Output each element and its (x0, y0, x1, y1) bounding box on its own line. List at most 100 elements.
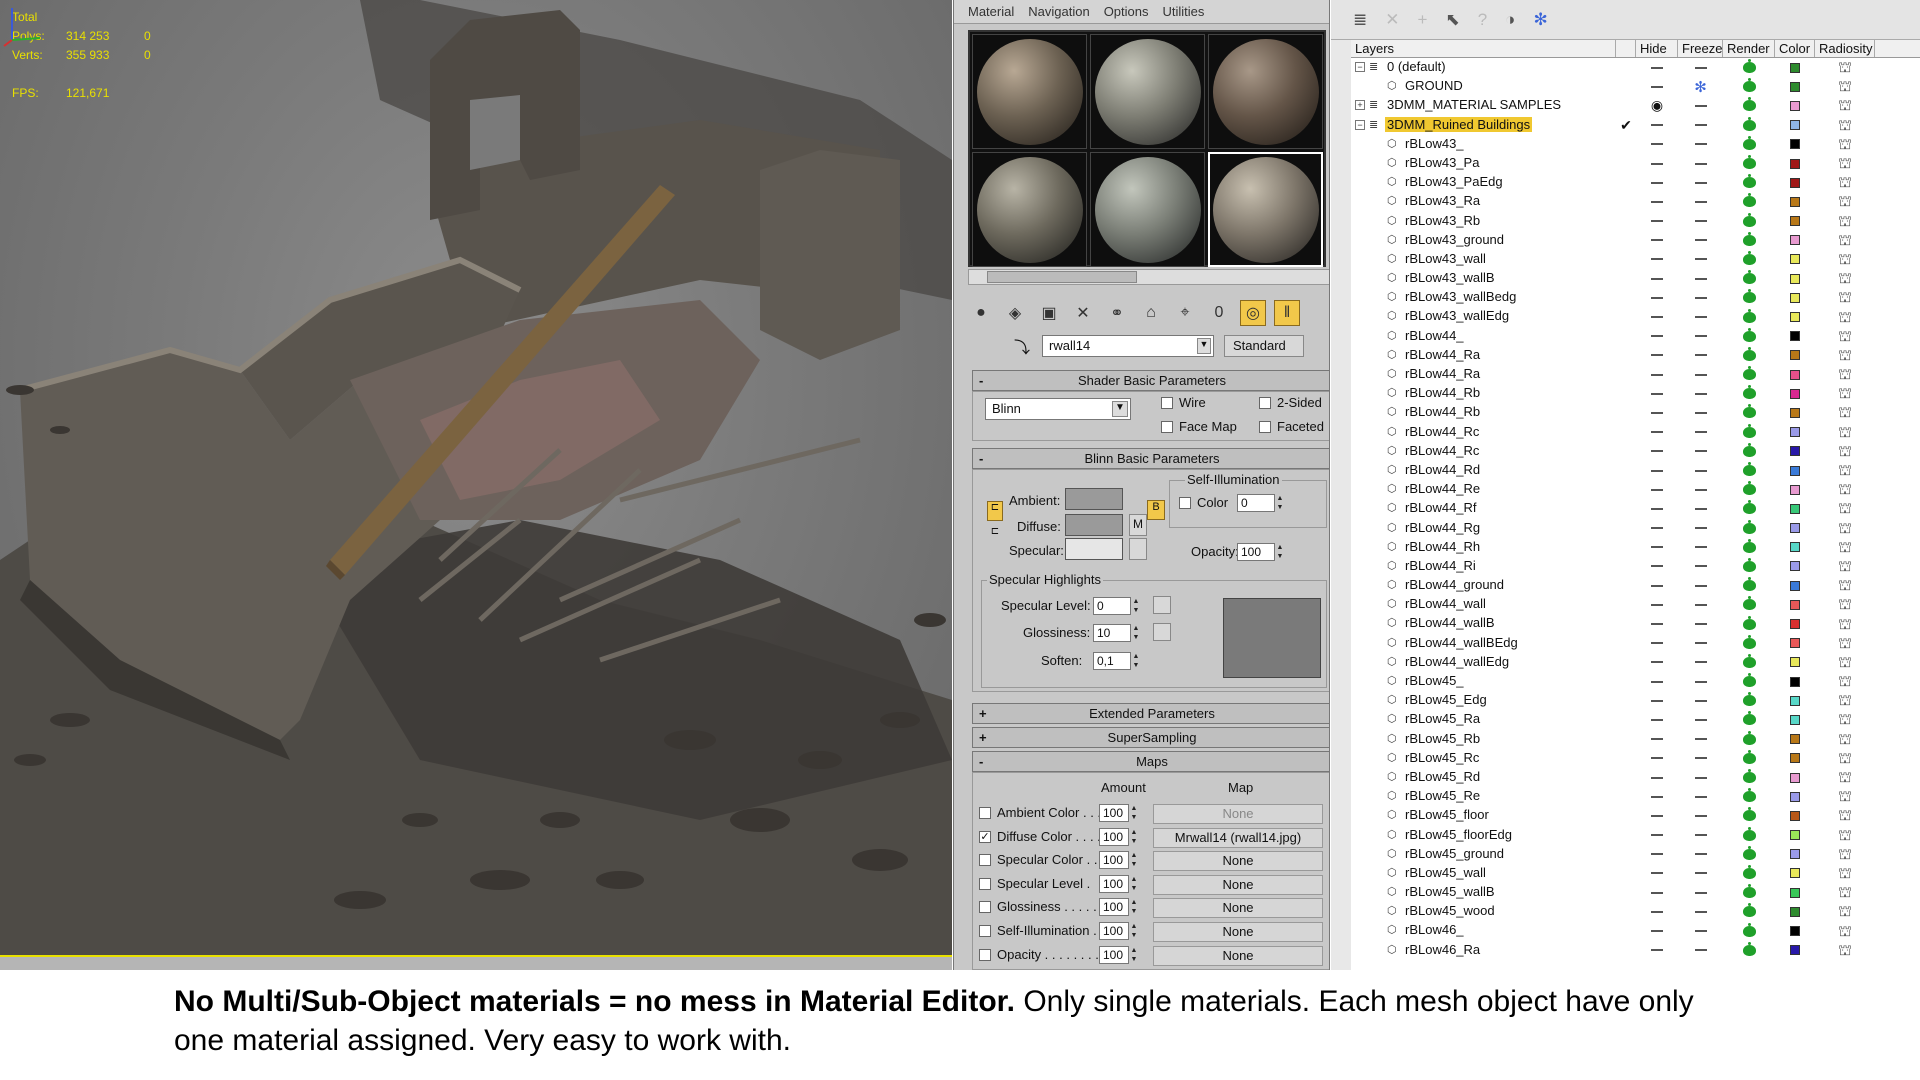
map-amount-value[interactable]: 100 (1099, 922, 1129, 940)
layer-name-cell[interactable]: ⬡ rBLow44_ground (1351, 576, 1616, 595)
color-cell[interactable] (1775, 212, 1815, 231)
render-cell[interactable] (1723, 653, 1775, 672)
hide-cell[interactable] (1636, 864, 1678, 883)
radiosity-icon[interactable]: ⛫ (1838, 463, 1852, 478)
layer-name-cell[interactable]: ⬡ rBLow43_ (1351, 135, 1616, 154)
color-cell[interactable] (1775, 691, 1815, 710)
hide-cell[interactable] (1636, 634, 1678, 653)
renderable-teapot-icon[interactable] (1742, 116, 1756, 131)
hide-cell[interactable] (1636, 595, 1678, 614)
radiosity-cell[interactable]: ⛫ (1815, 250, 1875, 269)
map-amount-value[interactable]: 100 (1099, 851, 1129, 870)
color-cell[interactable] (1775, 231, 1815, 250)
map-amount-value[interactable]: 100 (1099, 874, 1129, 893)
layer-name-cell[interactable]: ⬡ rBLow45_Ra (1351, 710, 1616, 729)
freeze-toggle-dash[interactable] (1694, 124, 1707, 127)
layer-row[interactable]: ⬡ rBLow43_Rb ⛫ (1351, 212, 1920, 231)
radiosity-icon[interactable]: ⛫ (1838, 290, 1852, 305)
radiosity-icon[interactable]: ⛫ (1838, 233, 1852, 248)
color-cell[interactable] (1775, 921, 1815, 940)
freeze-cell[interactable] (1678, 116, 1723, 135)
lock-button[interactable]: B (1147, 500, 1165, 520)
freeze-cell[interactable] (1678, 941, 1723, 960)
specular-map-button[interactable] (1129, 538, 1147, 560)
layer-name-cell[interactable]: ⬡ rBLow43_wallB (1351, 269, 1616, 288)
freeze-cell[interactable] (1678, 154, 1723, 173)
freeze-cell[interactable] (1678, 212, 1723, 231)
hide-toggle-dash[interactable] (1651, 623, 1663, 626)
renderable-teapot-icon[interactable] (1742, 557, 1756, 572)
hide-cell[interactable] (1636, 691, 1678, 710)
layer-color-swatch[interactable] (1790, 196, 1800, 207)
render-cell[interactable] (1723, 883, 1775, 902)
freeze-cell[interactable] (1678, 653, 1723, 672)
layer-row[interactable]: ⬡ rBLow44_wall ⛫ (1351, 595, 1920, 614)
layer-name-cell[interactable]: − ≣ 3DMM_Ruined Buildings (1351, 116, 1616, 135)
hide-cell[interactable] (1636, 307, 1678, 326)
hide-cell[interactable] (1636, 288, 1678, 307)
hide-toggle-dash[interactable] (1651, 277, 1663, 280)
layer-name-cell[interactable]: ⬡ rBLow44_Rb (1351, 384, 1616, 403)
layer-name-cell[interactable]: − ≣ 0 (default) (1351, 58, 1616, 77)
hide-cell[interactable]: ◉ (1636, 96, 1678, 115)
spinner-arrows-icon[interactable]: ▲ ▼ (1129, 804, 1139, 822)
radiosity-icon[interactable]: ⛫ (1838, 674, 1852, 689)
render-cell[interactable] (1723, 499, 1775, 518)
layer-color-swatch[interactable] (1790, 714, 1800, 725)
layer-color-swatch[interactable] (1790, 427, 1800, 438)
layer-name-cell[interactable]: ⬡ rBLow44_Rg (1351, 519, 1616, 538)
radiosity-cell[interactable]: ⛫ (1815, 691, 1875, 710)
layer-color-swatch[interactable] (1790, 638, 1800, 649)
freeze-toggle-dash[interactable] (1694, 699, 1707, 702)
color-cell[interactable] (1775, 365, 1815, 384)
layer-row[interactable]: ⬡ rBLow44_Rb ⛫ (1351, 384, 1920, 403)
color-cell[interactable] (1775, 787, 1815, 806)
layer-color-swatch[interactable] (1790, 599, 1800, 610)
sample-slot-2[interactable] (1090, 34, 1205, 149)
radiosity-icon[interactable]: ⛫ (1838, 885, 1852, 900)
renderable-teapot-icon[interactable] (1742, 231, 1756, 246)
layer-color-swatch[interactable] (1790, 542, 1800, 553)
freeze-toggle-dash[interactable] (1694, 642, 1707, 645)
radiosity-cell[interactable]: ⛫ (1815, 902, 1875, 921)
layer-color-swatch[interactable] (1790, 753, 1800, 764)
render-cell[interactable] (1723, 787, 1775, 806)
color-cell[interactable] (1775, 941, 1815, 960)
freeze-cell[interactable] (1678, 864, 1723, 883)
freeze-cell[interactable] (1678, 327, 1723, 346)
hide-cell[interactable] (1636, 58, 1678, 77)
render-cell[interactable] (1723, 384, 1775, 403)
render-cell[interactable] (1723, 231, 1775, 250)
layer-color-swatch[interactable] (1790, 407, 1800, 418)
column-radiosity[interactable]: Radiosity (1815, 40, 1875, 57)
hide-cell[interactable] (1636, 730, 1678, 749)
render-cell[interactable] (1723, 672, 1775, 691)
freeze-unfreeze-all-icon[interactable]: ✻ (1533, 10, 1547, 30)
color-cell[interactable] (1775, 826, 1815, 845)
radiosity-icon[interactable]: ⛫ (1838, 194, 1852, 209)
render-cell[interactable] (1723, 116, 1775, 135)
layer-name-cell[interactable]: ⬡ rBLow45_wallB (1351, 883, 1616, 902)
color-cell[interactable] (1775, 519, 1815, 538)
freeze-cell[interactable] (1678, 365, 1723, 384)
hide-toggle-dash[interactable] (1651, 642, 1663, 645)
color-cell[interactable] (1775, 557, 1815, 576)
layer-color-swatch[interactable] (1790, 734, 1800, 745)
renderable-teapot-icon[interactable] (1742, 59, 1756, 74)
map-slot-button[interactable]: None (1153, 945, 1323, 966)
rollout-shader-basic-parameters[interactable]: - Shader Basic Parameters (972, 370, 1329, 391)
hide-toggle-dash[interactable] (1651, 891, 1663, 894)
freeze-cell[interactable] (1678, 269, 1723, 288)
hide-toggle-dash[interactable] (1651, 162, 1663, 165)
layer-color-swatch[interactable] (1790, 216, 1800, 227)
freeze-cell[interactable] (1678, 423, 1723, 442)
layer-name-cell[interactable]: ⬡ rBLow44_Rc (1351, 423, 1616, 442)
render-cell[interactable] (1723, 269, 1775, 288)
radiosity-cell[interactable]: ⛫ (1815, 730, 1875, 749)
radiosity-icon[interactable]: ⛫ (1838, 866, 1852, 881)
freeze-toggle-dash[interactable] (1694, 354, 1707, 357)
radiosity-icon[interactable]: ⛫ (1838, 828, 1852, 843)
layer-color-swatch[interactable] (1790, 849, 1800, 860)
freeze-toggle-dash[interactable] (1694, 814, 1707, 817)
layer-row[interactable]: ⬡ rBLow44_Rd ⛫ (1351, 461, 1920, 480)
